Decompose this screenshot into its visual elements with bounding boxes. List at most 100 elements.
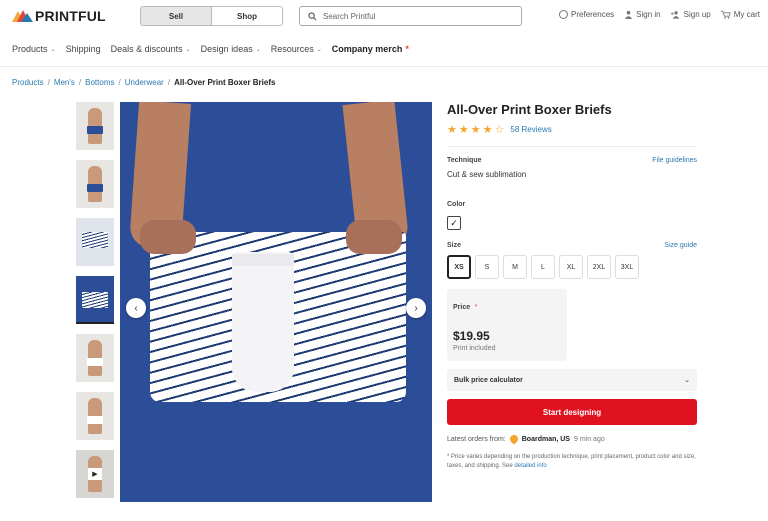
breadcrumb-separator: / — [47, 78, 50, 87]
location-pin-icon — [508, 433, 520, 445]
product-details: All-Over Print Boxer Briefs ★ ★ ★ ★ ☆ 58… — [447, 102, 697, 471]
nav-item-resources[interactable]: Resources ⌄ — [271, 44, 322, 54]
size-xs[interactable]: XS — [447, 255, 471, 279]
chevron-left-icon: ‹ — [134, 302, 138, 314]
color-swatch-white[interactable]: ✓ — [447, 216, 461, 230]
nav-item-company-merch[interactable]: Company merch * — [332, 44, 409, 54]
header: PRINTFUL Sell Shop Search Printful Prefe… — [0, 0, 768, 32]
bulk-price-calculator[interactable]: Bulk price calculator ⌄ — [447, 369, 697, 391]
file-guidelines-link[interactable]: File guidelines — [652, 157, 697, 164]
chevron-right-icon: › — [414, 302, 418, 314]
sign-up-link[interactable]: Sign up — [670, 10, 711, 19]
preferences-label: Preferences — [571, 10, 615, 19]
size-xl[interactable]: XL — [559, 255, 583, 279]
size-2xl[interactable]: 2XL — [587, 255, 611, 279]
required-marker: * — [474, 304, 478, 311]
product-image: ‹ › — [120, 102, 432, 502]
nav-item-design-ideas[interactable]: Design ideas ⌄ — [201, 44, 261, 54]
nav-item-shipping[interactable]: Shipping — [66, 44, 101, 54]
price-value: $19.95 — [453, 329, 490, 343]
thumbnail[interactable] — [76, 392, 114, 440]
size-s[interactable]: S — [475, 255, 499, 279]
new-marker: * — [405, 44, 409, 54]
price-box: Price * $19.95 Print included — [447, 289, 567, 361]
technique-label: Technique — [447, 157, 482, 164]
size-label: Size — [447, 242, 462, 249]
check-icon: ✓ — [450, 217, 458, 228]
user-plus-icon — [670, 11, 679, 19]
search-placeholder: Search Printful — [323, 11, 376, 21]
globe-icon — [559, 10, 569, 19]
chevron-down-icon: ⌄ — [255, 46, 261, 53]
star-icon: ★ — [458, 124, 469, 136]
breadcrumb-separator: / — [118, 78, 121, 87]
price-label: Price — [453, 304, 471, 311]
preferences-link[interactable]: Preferences — [559, 10, 614, 19]
bulk-label: Bulk price calculator — [454, 376, 523, 384]
play-icon: ▶ — [88, 468, 102, 480]
star-outline-icon: ☆ — [494, 124, 505, 136]
cart-icon — [720, 10, 731, 19]
sign-in-label: Sign in — [636, 10, 661, 19]
size-m[interactable]: M — [503, 255, 527, 279]
size-guide-link[interactable]: Size guide — [664, 242, 697, 249]
thumbnail[interactable] — [76, 334, 114, 382]
sign-in-link[interactable]: Sign in — [624, 10, 661, 19]
price-footnote: * Price varies depending on the producti… — [447, 454, 696, 469]
thumbnail[interactable] — [76, 102, 114, 150]
cart-link[interactable]: My cart — [720, 10, 760, 19]
chevron-down-icon: ⌄ — [185, 46, 191, 53]
next-image-button[interactable]: › — [406, 298, 426, 318]
rating[interactable]: ★ ★ ★ ★ ☆ 58 Reviews — [447, 123, 697, 136]
chevron-down-icon: ⌄ — [316, 46, 322, 53]
price-note: Print included — [453, 345, 496, 352]
main-nav: Products ⌄ Shipping Deals & discounts ⌄ De… — [12, 44, 409, 54]
shop-tab[interactable]: Shop — [211, 7, 282, 25]
breadcrumb-separator: / — [78, 78, 82, 87]
star-icon: ★ — [470, 124, 481, 136]
thumbnail[interactable] — [76, 160, 114, 208]
breadcrumb-products[interactable]: Products — [12, 78, 44, 87]
orders-time: 9 min ago — [573, 435, 605, 443]
thumbnail-list: ▶ — [76, 102, 114, 508]
product-title: All-Over Print Boxer Briefs — [447, 102, 612, 117]
nav-item-products[interactable]: Products ⌄ — [12, 44, 56, 54]
account-links: Preferences Sign in Sign up My cart — [559, 10, 760, 19]
logo-icon — [12, 10, 33, 22]
size-3xl[interactable]: 3XL — [615, 255, 639, 279]
thumbnail-video[interactable]: ▶ — [76, 450, 114, 498]
breadcrumb-current: All-Over Print Boxer Briefs — [174, 78, 276, 87]
previous-image-button[interactable]: ‹ — [126, 298, 146, 318]
technique-value: Cut & sew sublimation — [447, 170, 527, 179]
search-icon — [308, 11, 317, 20]
chevron-down-icon: ⌄ — [684, 377, 690, 384]
breadcrumb-mens[interactable]: Men's — [54, 78, 75, 87]
thumbnail-active[interactable] — [76, 276, 114, 324]
reviews-link[interactable]: 58 Reviews — [510, 125, 551, 134]
start-designing-button[interactable]: Start designing — [447, 399, 697, 425]
breadcrumb-underwear[interactable]: Underwear — [125, 78, 164, 87]
orders-label: Latest orders from: — [447, 435, 506, 443]
cart-label: My cart — [733, 10, 760, 19]
detailed-info-link[interactable]: detailed info — [514, 463, 546, 469]
size-l[interactable]: L — [531, 255, 555, 279]
nav-item-deals[interactable]: Deals & discounts ⌄ — [111, 44, 191, 54]
logo-text: PRINTFUL — [35, 8, 106, 24]
star-icon: ★ — [482, 124, 493, 136]
breadcrumb-separator: / — [167, 78, 171, 87]
latest-orders: Latest orders from: Boardman, US 9 min a… — [447, 433, 697, 445]
color-label: Color — [447, 201, 466, 208]
chevron-down-icon: ⌄ — [50, 46, 56, 53]
thumbnail[interactable] — [76, 218, 114, 266]
breadcrumb: Products / Men's / Bottoms / Underwear /… — [12, 78, 275, 87]
printful-logo[interactable]: PRINTFUL — [12, 8, 106, 24]
star-icon: ★ — [447, 124, 457, 136]
sell-shop-toggle[interactable]: Sell Shop — [140, 6, 283, 26]
sell-tab[interactable]: Sell — [141, 7, 211, 25]
nav-divider — [0, 66, 768, 67]
user-icon — [625, 10, 633, 19]
breadcrumb-bottoms[interactable]: Bottoms — [85, 78, 114, 87]
search-input[interactable]: Search Printful — [299, 6, 522, 26]
orders-city: Boardman, US — [521, 435, 570, 443]
size-options: XS S M L XL 2XL 3XL — [447, 255, 697, 279]
